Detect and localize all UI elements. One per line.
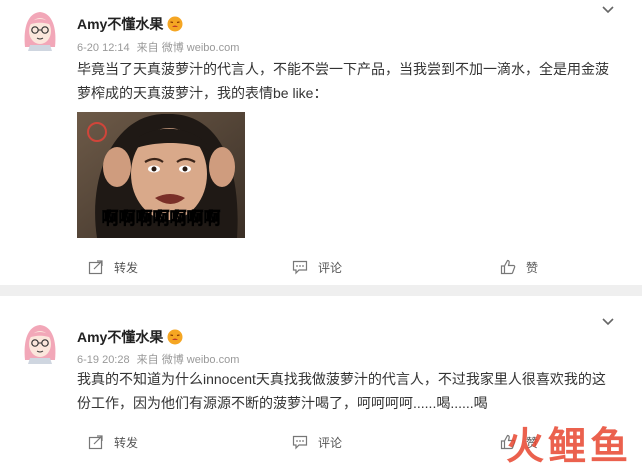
share-icon (88, 260, 103, 275)
comment-label: 评论 (318, 260, 343, 275)
image-caption: 啊啊啊啊啊啊啊 (102, 209, 221, 229)
repost-button[interactable]: 转发 (88, 255, 138, 279)
share-icon (88, 435, 103, 450)
avatar[interactable] (18, 7, 62, 51)
post-meta: 6-19 20:28 来自 微博 weibo.com (77, 351, 243, 367)
post-image[interactable]: 啊啊啊啊啊啊啊 (77, 112, 245, 238)
comment-icon (292, 260, 308, 275)
weibo-post-2: Amy不懂水果 6-19 20:28 来自 微博 weibo.com 我真的不知… (0, 296, 642, 469)
weibo-post-1: Amy不懂水果 6-20 12:14 来自 微博 weibo.com 毕竟当了天… (0, 0, 642, 285)
watermark-logo: 火鲤鱼 (506, 424, 632, 465)
author-name[interactable]: Amy不懂水果 (77, 14, 183, 34)
post-source: 来自 微博 weibo.com (136, 42, 240, 54)
post-meta: 6-20 12:14 来自 微博 weibo.com (77, 39, 243, 55)
repost-label: 转发 (114, 260, 139, 275)
comment-icon (292, 435, 308, 450)
post-text-line: 份工作，因为他们有源源不断的菠萝汁喝了，呵呵呵呵......喝......喝 (77, 395, 488, 411)
chevron-down-icon[interactable] (601, 314, 615, 328)
watermark-text: 火鲤鱼 (506, 424, 632, 465)
thumbs-up-icon (500, 259, 516, 275)
comment-button[interactable]: 评论 (292, 430, 342, 454)
comment-button[interactable]: 评论 (292, 255, 342, 279)
like-label: 赞 (526, 260, 539, 275)
emoji-badge-icon (167, 16, 183, 32)
emoji-badge-icon (167, 329, 183, 345)
avatar[interactable] (18, 320, 62, 364)
post-text: 我真的不知道为什么innocent天真找我做菠萝汁的代言人，不过我家里人很喜欢我… (77, 367, 627, 415)
post-text: 毕竟当了天真菠萝汁的代言人，不能不尝一下产品，当我尝到不加一滴水，全是用金菠 萝… (77, 57, 627, 105)
repost-label: 转发 (114, 435, 139, 450)
post-actions: 转发 评论 赞 (0, 255, 642, 279)
author-name[interactable]: Amy不懂水果 (77, 327, 183, 347)
post-text-line: 我真的不知道为什么innocent天真找我做菠萝汁的代言人，不过我家里人很喜欢我… (77, 371, 606, 387)
author-name-text[interactable]: Amy不懂水果 (77, 16, 163, 32)
post-source: 来自 微博 weibo.com (136, 354, 240, 366)
post-text-line: 萝榨成的天真菠萝汁，我的表情be like： (77, 85, 328, 101)
comment-label: 评论 (318, 435, 343, 450)
post-text-line: 毕竟当了天真菠萝汁的代言人，不能不尝一下产品，当我尝到不加一滴水，全是用金菠 (77, 61, 609, 77)
author-name-text[interactable]: Amy不懂水果 (77, 329, 163, 345)
like-button[interactable]: 赞 (500, 255, 538, 279)
post-date[interactable]: 6-19 20:28 (77, 354, 130, 366)
repost-button[interactable]: 转发 (88, 430, 138, 454)
chevron-down-icon[interactable] (601, 2, 615, 16)
post-date[interactable]: 6-20 12:14 (77, 42, 130, 54)
